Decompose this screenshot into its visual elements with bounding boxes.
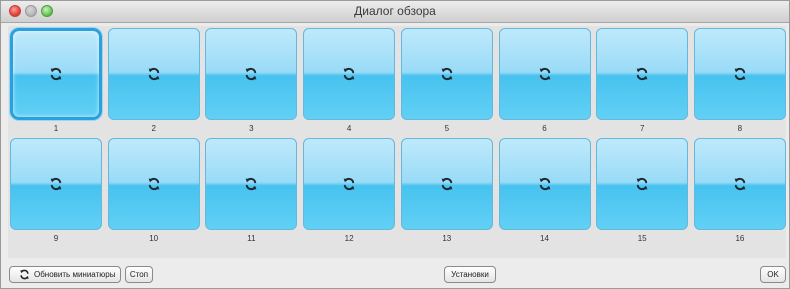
thumbnail-label: 9 (53, 234, 59, 243)
thumbnail-cell: 6 (498, 28, 591, 138)
thumbnail-label: 11 (247, 234, 256, 243)
thumbnail-cell: 16 (693, 138, 786, 248)
thumbnail-tile[interactable] (205, 28, 298, 120)
thumbnail-cell: 12 (303, 138, 396, 248)
refresh-icon (539, 177, 550, 191)
refresh-icon (441, 177, 453, 191)
stop-button[interactable]: Стоп (125, 266, 153, 283)
thumbnail-label: 13 (442, 234, 452, 243)
thumbnail-label: 1 (53, 124, 59, 133)
thumbnail-label: 4 (346, 124, 352, 133)
thumbnail-tile[interactable] (693, 138, 786, 230)
thumbnail-tile[interactable] (400, 138, 493, 230)
thumbnail-tile[interactable] (107, 138, 200, 230)
thumbnail-tile[interactable] (10, 138, 102, 230)
refresh-icon (636, 67, 648, 81)
thumbnail-tile[interactable] (596, 138, 689, 230)
title-bar[interactable]: Диалог обзора (1, 1, 789, 23)
refresh-icon (50, 177, 62, 191)
thumbnail-label: 12 (344, 234, 354, 243)
thumbnail-label: 10 (149, 234, 159, 243)
thumbnail-label: 2 (151, 124, 156, 133)
thumbnail-cell: 1 (10, 28, 102, 138)
thumbnail-tile[interactable] (498, 138, 591, 230)
refresh-icon (734, 177, 746, 191)
refresh-icon (343, 67, 355, 81)
refresh-icon (539, 67, 550, 81)
ok-button[interactable]: OK (760, 266, 786, 283)
refresh-icon (20, 269, 29, 280)
refresh-icon (734, 67, 746, 81)
settings-button[interactable]: Установки (444, 266, 496, 283)
thumbnail-label: 16 (735, 234, 745, 243)
thumbnail-tile[interactable] (693, 28, 786, 120)
thumbnail-cell: 3 (205, 28, 298, 138)
thumbnail-label: 6 (542, 124, 547, 133)
thumbnail-cell: 10 (107, 138, 200, 248)
refresh-thumbnails-button[interactable]: Обновить миниатюры (9, 266, 121, 283)
thumbnail-cell: 4 (303, 28, 396, 138)
window-title: Диалог обзора (354, 4, 436, 18)
thumbnail-tile[interactable] (498, 28, 591, 120)
thumbnail-tile[interactable] (205, 138, 298, 230)
thumbnail-cell: 14 (498, 138, 591, 248)
thumbnail-cell: 11 (205, 138, 298, 248)
thumbnail-label: 7 (639, 124, 645, 133)
thumbnail-label: 8 (737, 124, 743, 133)
thumbnail-label: 3 (249, 124, 254, 133)
refresh-icon (343, 177, 355, 191)
thumbnail-label: 15 (637, 234, 647, 243)
refresh-thumbnails-label: Обновить миниатюры (34, 270, 116, 279)
thumbnail-tile[interactable] (303, 138, 396, 230)
refresh-icon (148, 177, 160, 191)
browse-dialog-window: Диалог обзора 1 2 3 4 5 6 7 8 9 10 11 12 13 14 15 16 Об… (0, 0, 790, 289)
refresh-icon (50, 67, 62, 81)
thumbnail-label: 5 (444, 124, 450, 133)
thumbnail-cell: 9 (10, 138, 102, 248)
thumbnail-tile[interactable] (107, 28, 200, 120)
thumbnail-tile[interactable] (10, 28, 102, 120)
thumbnail-cell: 13 (400, 138, 493, 248)
refresh-icon (148, 67, 160, 81)
thumbnail-cell: 15 (596, 138, 689, 248)
refresh-icon (636, 177, 648, 191)
thumbnail-cell: 7 (596, 28, 689, 138)
thumbnail-cell: 5 (400, 28, 493, 138)
thumbnail-label: 14 (540, 234, 549, 243)
thumbnail-tile[interactable] (303, 28, 396, 120)
thumbnail-grid: 1 2 3 4 5 6 7 8 9 10 11 12 13 14 15 16 (8, 26, 786, 258)
refresh-icon (245, 67, 257, 81)
thumbnail-tile[interactable] (596, 28, 689, 120)
thumbnail-cell: 2 (107, 28, 200, 138)
refresh-icon (441, 67, 453, 81)
refresh-icon (245, 177, 257, 191)
thumbnail-tile[interactable] (400, 28, 493, 120)
thumbnail-cell: 8 (693, 28, 786, 138)
